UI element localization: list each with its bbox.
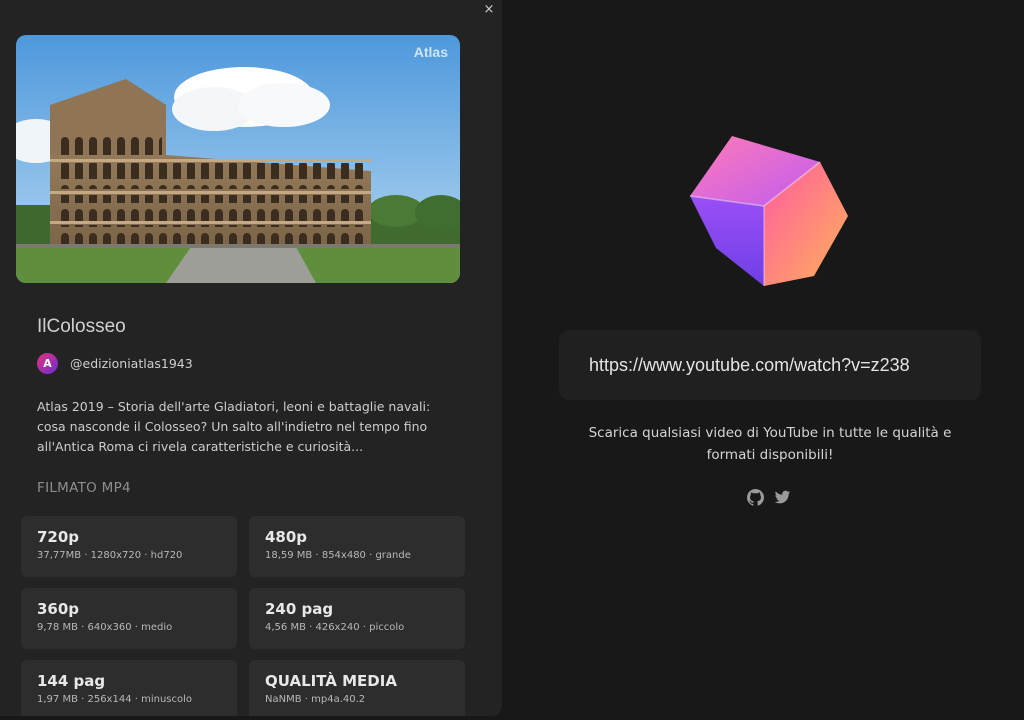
tagline: Scarica qualsiasi video di YouTube in tu… [588, 425, 952, 463]
url-input[interactable] [589, 354, 951, 376]
video-details-panel: × Atlas IlColosseo A @edizioniatlas1943 … [0, 0, 502, 716]
format-option-480p[interactable]: 480p 18,59 MB · 854x480 · grande [249, 516, 465, 577]
channel-name: @edizioniatlas1943 [70, 356, 193, 371]
channel-avatar: A [37, 353, 58, 374]
cube-logo-icon [688, 136, 852, 296]
format-option-240p[interactable]: 240 pag 4,56 MB · 426x240 · piccolo [249, 588, 465, 649]
format-meta: 1,97 MB · 256x144 · minuscolo [37, 694, 193, 705]
format-meta: 18,59 MB · 854x480 · grande [265, 550, 411, 561]
format-option-360p[interactable]: 360p 9,78 MB · 640x360 · medio [21, 588, 237, 649]
format-meta: 37,77MB · 1280x720 · hd720 [37, 550, 183, 561]
social-links [747, 489, 791, 506]
format-option-144p[interactable]: 144 pag 1,97 MB · 256x144 · minuscolo [21, 660, 237, 716]
colosseum-image [16, 35, 460, 283]
github-icon[interactable] [747, 489, 765, 506]
format-grid: 720p 37,77MB · 1280x720 · hd720 480p 18,… [21, 516, 465, 716]
format-option-720p[interactable]: 720p 37,77MB · 1280x720 · hd720 [21, 516, 237, 577]
thumbnail-watermark: Atlas [413, 44, 448, 60]
channel-info: A @edizioniatlas1943 [37, 353, 193, 374]
video-description: Atlas 2019 – Storia dell'arte Gladiatori… [37, 399, 431, 454]
format-label: 144 pag [37, 672, 106, 690]
close-icon[interactable]: × [481, 2, 497, 18]
format-meta: NaNMB · mp4a.40.2 [265, 694, 366, 705]
format-meta: 4,56 MB · 426x240 · piccolo [265, 622, 405, 633]
url-input-box[interactable] [559, 330, 981, 400]
format-label: 240 pag [265, 600, 334, 618]
format-section-label: FILMATO MP4 [37, 480, 131, 496]
format-label: 360p [37, 600, 80, 618]
video-thumbnail: Atlas [16, 35, 460, 283]
format-meta: 9,78 MB · 640x360 · medio [37, 622, 173, 633]
twitter-icon[interactable] [774, 489, 791, 506]
format-label: QUALITÀ MEDIA [265, 672, 397, 690]
format-label: 720p [37, 528, 80, 546]
video-title: IlColosseo [37, 316, 126, 337]
format-option-audio[interactable]: QUALITÀ MEDIA NaNMB · mp4a.40.2 [249, 660, 465, 716]
format-label: 480p [265, 528, 308, 546]
